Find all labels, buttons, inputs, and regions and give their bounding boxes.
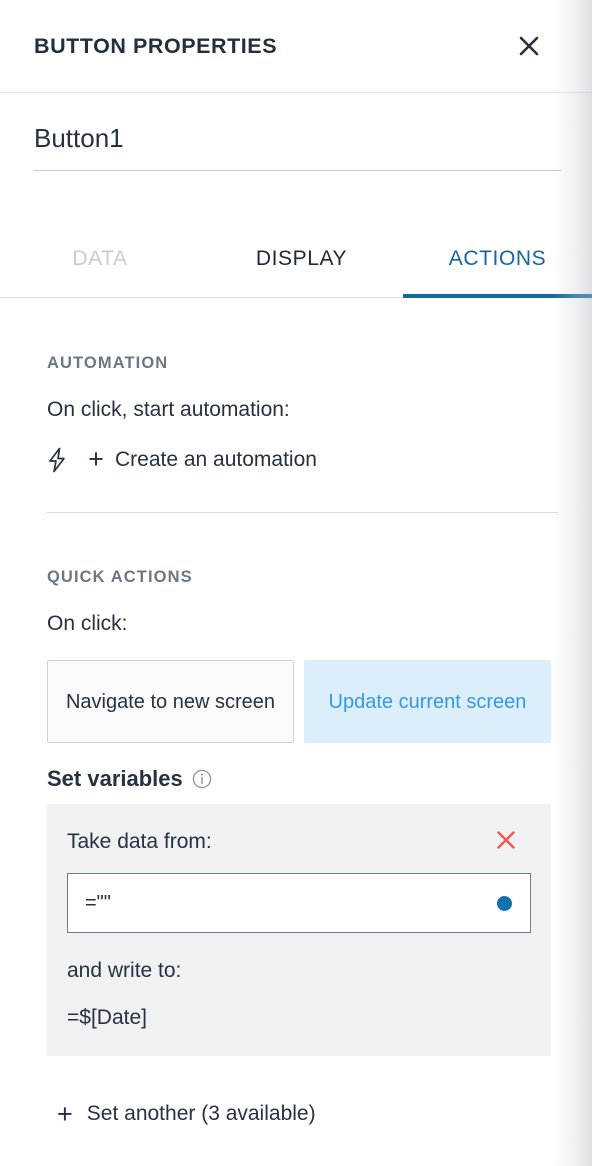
- take-data-from-label: Take data from:: [67, 830, 212, 853]
- create-automation-label: Create an automation: [115, 447, 317, 471]
- quick-actions-prompt: On click:: [47, 612, 128, 635]
- set-another-label: Set another (3 available): [86, 1102, 316, 1125]
- create-automation-row[interactable]: + Create an automation: [47, 446, 558, 473]
- formula-dot-indicator[interactable]: [497, 895, 512, 911]
- panel-header: BUTTON PROPERTIES: [0, 0, 592, 93]
- info-icon[interactable]: [192, 769, 212, 789]
- quick-actions-section-label: QUICK ACTIONS: [47, 568, 193, 586]
- plus-icon: +: [57, 1099, 73, 1129]
- tab-display[interactable]: DISPLAY: [200, 228, 403, 297]
- panel-body: AUTOMATION On click, start automation: +…: [0, 299, 592, 1129]
- set-variable-card: Take data from: ="" and write to: =$[Dat…: [47, 804, 551, 1056]
- tab-data[interactable]: DATA: [0, 228, 200, 297]
- section-divider: [47, 512, 558, 513]
- automation-prompt: On click, start automation:: [47, 398, 290, 421]
- element-name-input[interactable]: Button1: [34, 120, 561, 171]
- remove-variable-button[interactable]: [491, 827, 521, 857]
- and-write-to-label: and write to:: [67, 959, 182, 982]
- set-variables-header: Set variables: [47, 766, 558, 792]
- tab-bar: DATA DISPLAY ACTIONS: [0, 228, 592, 298]
- lightning-bolt-icon: [47, 447, 77, 473]
- take-data-from-input[interactable]: ="": [67, 873, 531, 933]
- plus-icon: +: [88, 444, 104, 474]
- write-to-target-value[interactable]: =$[Date]: [67, 1006, 531, 1030]
- tab-actions[interactable]: ACTIONS: [403, 228, 592, 298]
- quick-action-button-group: Navigate to new screen Update current sc…: [47, 660, 558, 743]
- page-title: BUTTON PROPERTIES: [34, 33, 278, 58]
- element-name-row: Button1: [0, 93, 592, 171]
- navigate-to-new-screen-button[interactable]: Navigate to new screen: [47, 660, 294, 743]
- take-data-from-value: ="": [85, 891, 111, 914]
- close-x-icon: [495, 829, 517, 856]
- update-current-screen-button[interactable]: Update current screen: [304, 660, 551, 743]
- close-icon: [517, 34, 541, 58]
- set-variables-title: Set variables: [47, 766, 183, 791]
- set-another-button[interactable]: + Set another (3 available): [57, 1099, 558, 1129]
- close-button[interactable]: [512, 29, 546, 63]
- automation-section-label: AUTOMATION: [47, 354, 169, 372]
- button-properties-panel: BUTTON PROPERTIES Button1 DATA DISPLAY A…: [0, 0, 592, 1166]
- take-data-from-row: Take data from:: [67, 827, 531, 857]
